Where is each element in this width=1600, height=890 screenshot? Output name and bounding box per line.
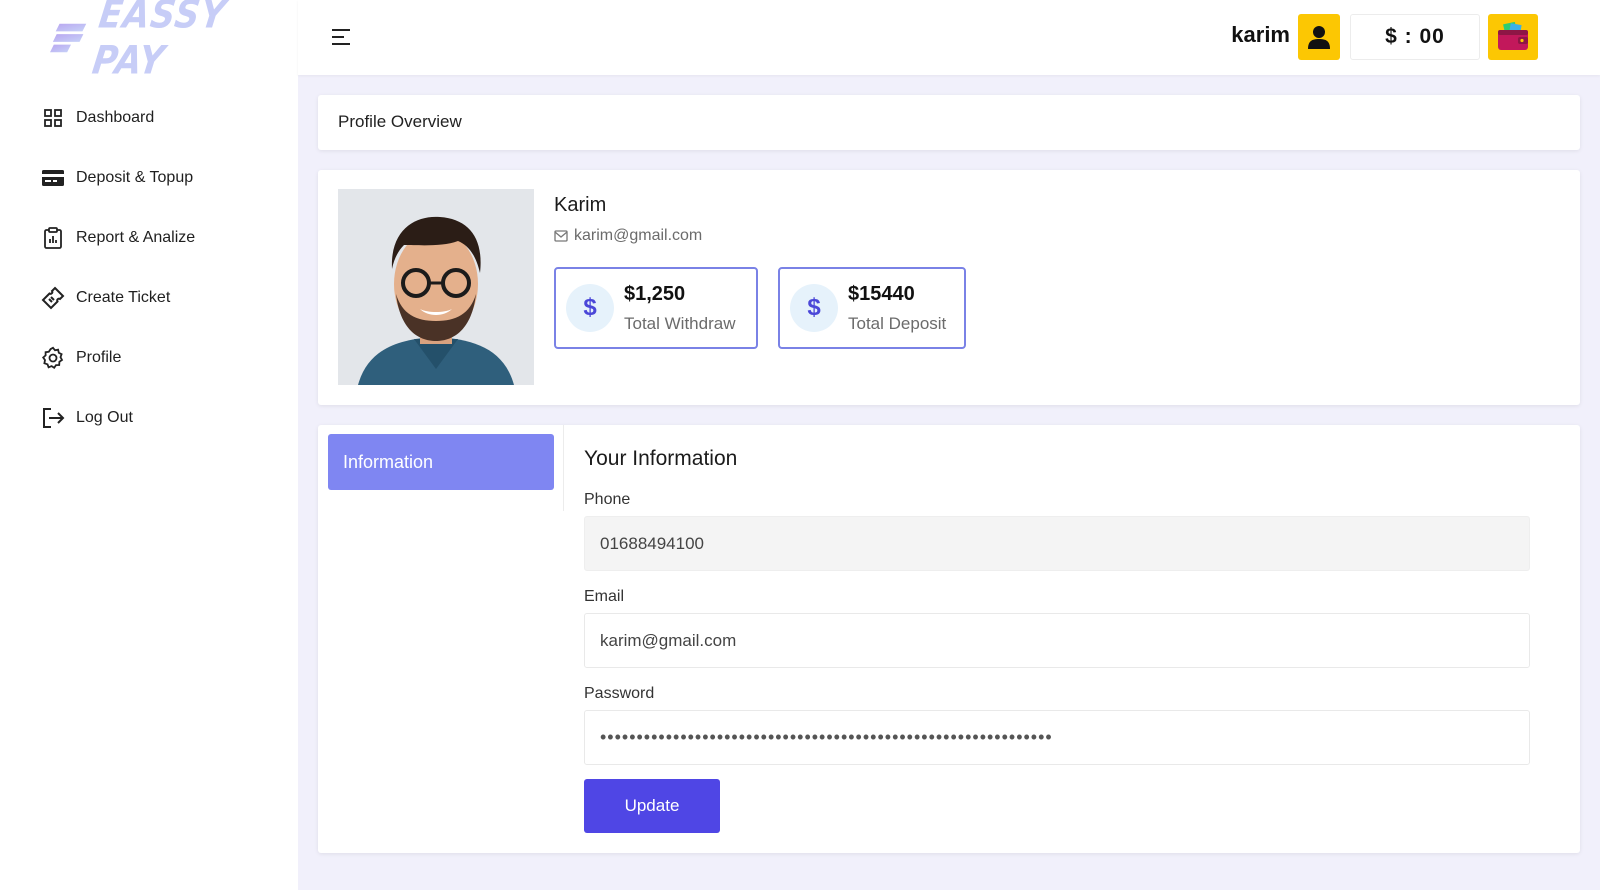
sidebar-item-label: Dashboard — [76, 109, 155, 126]
password-label: Password — [584, 685, 655, 702]
sidebar-item-deposit[interactable]: Deposit & Topup — [40, 148, 280, 208]
ticket-icon — [40, 285, 66, 311]
stat-label: Total Deposit — [848, 313, 947, 333]
profile-overview-card: Profile Overview — [318, 95, 1580, 150]
stat-value: $1,250 — [624, 282, 686, 305]
avatar — [338, 189, 534, 385]
profile-email-text: karim@gmail.com — [574, 227, 703, 244]
menu-toggle-icon[interactable] — [330, 26, 352, 48]
tab-information[interactable]: Information — [328, 434, 554, 490]
sidebar-nav: Dashboard Deposit & Topup Report & Anali… — [40, 88, 280, 448]
sidebar: EASSY PAY Dashboard Deposit & Topup Repo… — [0, 0, 298, 890]
section-title: Your Information — [584, 447, 738, 470]
clipboard-report-icon — [40, 225, 66, 251]
mail-icon — [554, 230, 568, 242]
dollar-icon: $ — [790, 284, 838, 332]
dollar-icon: $ — [566, 284, 614, 332]
stat-value: $15440 — [848, 282, 915, 305]
information-card: Information Your Information Phone Email… — [318, 425, 1580, 853]
sidebar-item-label: Profile — [76, 349, 122, 366]
info-tabs: Information — [318, 425, 564, 511]
profile-name: Karim — [554, 194, 607, 216]
sidebar-item-dashboard[interactable]: Dashboard — [40, 88, 280, 148]
logout-icon — [40, 405, 66, 431]
stat-label: Total Withdraw — [624, 313, 736, 333]
sidebar-item-report[interactable]: Report & Analize — [40, 208, 280, 268]
wallet-icon — [1498, 22, 1528, 50]
grid-icon — [40, 105, 66, 131]
wallet-button[interactable] — [1488, 14, 1538, 60]
profile-summary-card: Karim karim@gmail.com $ $1,250 Total Wit… — [318, 170, 1580, 405]
balance-display: $ : 00 — [1350, 14, 1480, 60]
brand-name: EASSY PAY — [89, 0, 230, 84]
total-deposit-stat: $ $15440 Total Deposit — [778, 267, 966, 349]
phone-label: Phone — [584, 491, 631, 508]
sidebar-item-label: Create Ticket — [76, 289, 171, 306]
sidebar-item-label: Deposit & Topup — [76, 169, 194, 186]
email-label: Email — [584, 588, 625, 605]
credit-card-icon — [40, 165, 66, 191]
user-button[interactable] — [1298, 14, 1340, 60]
profile-email: karim@gmail.com — [554, 227, 702, 245]
username-label: karim — [1231, 22, 1290, 47]
sidebar-item-ticket[interactable]: Create Ticket — [40, 268, 280, 328]
gear-icon — [40, 345, 66, 371]
user-icon — [1308, 26, 1330, 49]
topbar: karim $ : 00 — [298, 0, 1600, 75]
update-button[interactable]: Update — [584, 779, 720, 833]
sidebar-item-profile[interactable]: Profile — [40, 328, 280, 388]
sidebar-item-label: Report & Analize — [76, 229, 196, 246]
phone-field[interactable] — [584, 516, 1530, 571]
sidebar-item-label: Log Out — [76, 409, 133, 426]
email-field[interactable] — [584, 613, 1530, 668]
total-withdraw-stat: $ $1,250 Total Withdraw — [554, 267, 758, 349]
logo-icon — [50, 23, 87, 53]
sidebar-item-logout[interactable]: Log Out — [40, 388, 280, 448]
password-field[interactable] — [584, 710, 1530, 765]
brand-logo[interactable]: EASSY PAY — [50, 0, 298, 84]
page-title: Profile Overview — [338, 112, 462, 131]
